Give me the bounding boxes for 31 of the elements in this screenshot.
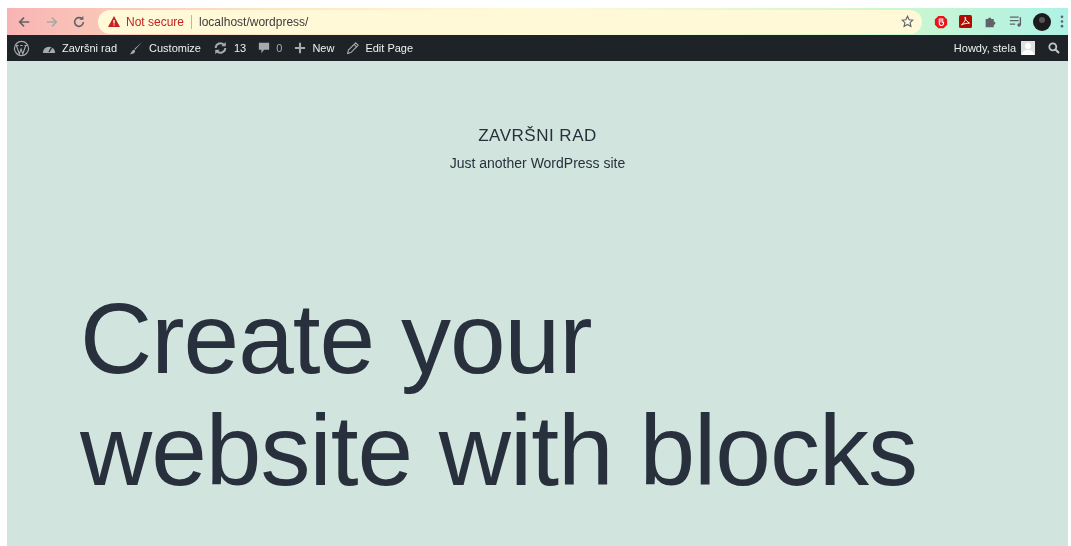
stop-hand-icon[interactable] [934,14,948,29]
security-label: Not secure [126,13,185,31]
menu-dots-icon[interactable] [1060,15,1064,28]
puzzle-icon[interactable] [984,15,997,28]
wordpress-logo-icon[interactable] [13,39,30,57]
avatar-icon[interactable] [1033,12,1051,31]
refresh-arrows-icon [213,41,228,55]
url-text: localhost/wordpress/ [199,13,309,31]
star-icon[interactable] [901,15,914,28]
new-link[interactable]: New [288,35,341,61]
comments-link[interactable]: 0 [252,35,289,61]
back-arrow-icon[interactable] [17,14,31,29]
paintbrush-icon [129,41,144,55]
customize-link[interactable]: Customize [123,35,207,61]
site-name-link[interactable]: Završni rad [36,35,124,61]
speech-bubble-icon [258,42,271,54]
address-bar[interactable]: Not secure localhost/wordpress/ [98,9,922,34]
playlist-icon[interactable] [1009,15,1023,28]
hero-heading-line: Create your [80,281,592,394]
site-title-link[interactable]: ZAVRŠNI RAD [478,123,597,149]
site-tagline: Just another WordPress site [449,153,626,173]
edit-link[interactable]: Edit Page [340,35,420,61]
pencil-icon [346,41,360,55]
pdf-icon[interactable] [959,15,972,28]
search-icon[interactable] [1048,42,1060,54]
hero-heading-line: website with blocks [80,393,917,506]
plus-icon [294,42,307,54]
reload-icon[interactable] [72,14,86,29]
updates-link[interactable]: 13 [207,35,253,61]
greeting-link[interactable]: Howdy, stela [953,39,1016,57]
warning-icon [108,16,120,27]
